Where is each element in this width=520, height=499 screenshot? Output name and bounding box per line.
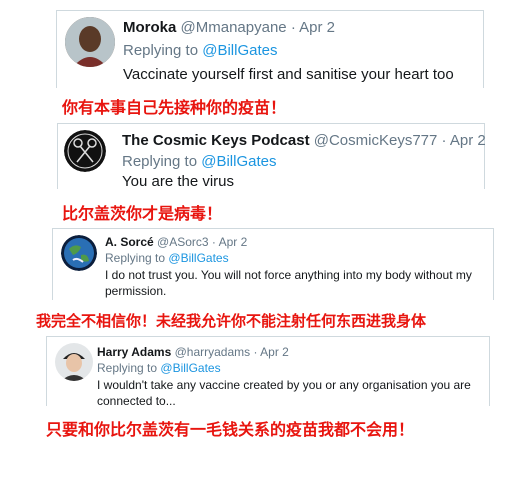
person-cap-avatar-icon[interactable] xyxy=(55,343,93,381)
crossed-keys-logo-icon[interactable] xyxy=(64,130,106,172)
tweet-text-line-2: connected to... xyxy=(97,394,176,408)
author-name[interactable]: Harry Adams xyxy=(97,345,171,359)
tweet-card-harry-adams[interactable]: Harry Adams @harryadams · Apr 2 Replying… xyxy=(46,336,490,408)
tweet-date[interactable]: Apr 2 xyxy=(219,235,248,249)
author-name[interactable]: Moroka xyxy=(123,19,176,36)
replying-to-link[interactable]: @BillGates xyxy=(168,251,228,265)
tweet-card-cosmic-keys[interactable]: The Cosmic Keys Podcast @CosmicKeys777 ·… xyxy=(57,123,486,190)
author-name[interactable]: The Cosmic Keys Podcast xyxy=(122,132,310,149)
tweet-date[interactable]: Apr 2 xyxy=(299,19,335,36)
author-handle[interactable]: @CosmicKeys777 xyxy=(314,132,438,149)
separator-dot: · xyxy=(211,235,216,249)
person-avatar-icon[interactable] xyxy=(65,17,115,67)
separator-dot: · xyxy=(441,132,447,149)
tweet-card-sorce[interactable]: A. Sorcé @ASorc3 · Apr 2 Replying to @Bi… xyxy=(52,228,494,300)
caption-4: 只要和你比尔盖茨有一毛钱关系的疫苗我都不会用！ xyxy=(46,420,415,439)
tweet-text: You are the virus xyxy=(122,173,235,190)
earth-globe-icon[interactable] xyxy=(61,235,97,271)
author-handle[interactable]: @Mmanapyane xyxy=(181,19,287,36)
tweet-date[interactable]: Apr 2 xyxy=(260,345,289,359)
tweet-card-moroka[interactable]: Moroka @Mmanapyane · Apr 2 Replying to @… xyxy=(56,10,484,88)
replying-to-link[interactable]: @BillGates xyxy=(160,361,220,375)
caption-2: 比尔盖茨你才是病毒！ xyxy=(62,204,223,223)
replying-to-link[interactable]: @BillGates xyxy=(201,153,276,170)
replying-label: Replying to xyxy=(97,361,158,375)
tweet-text-line-1: I do not trust you. You will not force a… xyxy=(105,268,472,282)
caption-1: 你有本事自己先接种你的疫苗！ xyxy=(62,98,287,117)
author-handle[interactable]: @harryadams xyxy=(175,345,251,359)
replying-label: Replying to xyxy=(122,153,198,170)
author-name[interactable]: A. Sorcé xyxy=(105,235,154,249)
tweet-text-line-2: permission. xyxy=(105,284,167,298)
tweet-date[interactable]: Apr 2 xyxy=(450,132,486,149)
replying-label: Replying to xyxy=(105,251,166,265)
caption-3: 我完全不相信你！未经我允许你不能注射任何东西进我身体 xyxy=(36,312,427,330)
replying-to-link[interactable]: @BillGates xyxy=(202,42,277,59)
separator-dot: · xyxy=(253,345,258,359)
author-handle[interactable]: @ASorc3 xyxy=(157,235,209,249)
separator-dot: · xyxy=(290,19,296,36)
replying-label: Replying to xyxy=(123,42,199,59)
tweet-text-line-1: I wouldn't take any vaccine created by y… xyxy=(97,378,471,392)
tweet-text: Vaccinate yourself first and sanitise yo… xyxy=(123,66,454,83)
